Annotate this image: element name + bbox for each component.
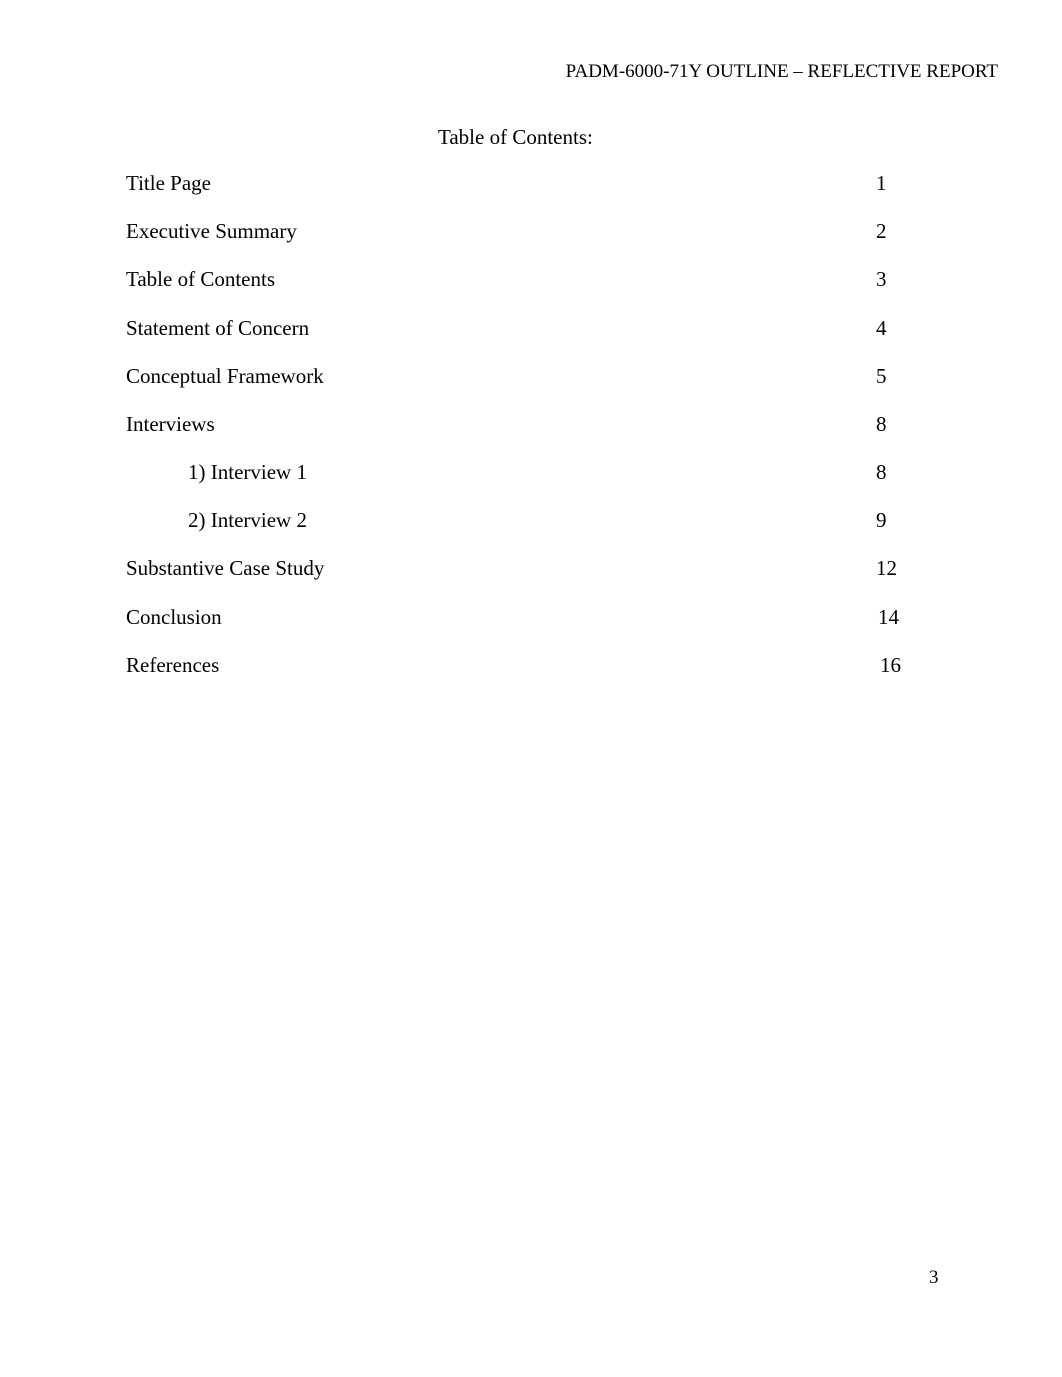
toc-entry-label: 1) Interview 1 xyxy=(188,460,307,484)
toc-entry-interview-2: 2) Interview 2 9 xyxy=(0,508,1062,534)
page-number: 3 xyxy=(929,1267,939,1288)
document-page: PADM-6000-71Y OUTLINE – REFLECTIVE REPOR… xyxy=(0,0,1062,1377)
toc-entry-label: Interviews xyxy=(126,412,215,436)
toc-entry-page: 1 xyxy=(876,171,887,195)
toc-entry-label: 2) Interview 2 xyxy=(188,508,307,532)
toc-entry-page: 14 xyxy=(878,605,899,629)
toc-entry-title-page: Title Page 1 xyxy=(0,171,1062,197)
toc-entry-label: Executive Summary xyxy=(126,219,297,243)
toc-entry-label: Conclusion xyxy=(126,605,222,629)
toc-entry-page: 12 xyxy=(876,556,897,580)
toc-entry-label: Table of Contents xyxy=(126,267,275,291)
toc-entry-page: 5 xyxy=(876,364,887,388)
toc-entry-statement-of-concern: Statement of Concern 4 xyxy=(0,316,1062,342)
toc-entry-page: 8 xyxy=(876,460,887,484)
toc-entry-label: Substantive Case Study xyxy=(126,556,325,580)
toc-entry-label: Statement of Concern xyxy=(126,316,310,340)
toc-entry-executive-summary: Executive Summary 2 xyxy=(0,219,1062,245)
toc-entry-label: Title Page xyxy=(126,171,211,195)
toc-entry-conclusion: Conclusion 14 xyxy=(0,605,1062,631)
toc-entry-conceptual-framework: Conceptual Framework 5 xyxy=(0,364,1062,390)
toc-entry-page: 2 xyxy=(876,219,887,243)
toc-entry-page: 3 xyxy=(876,267,887,291)
toc-entry-label: Conceptual Framework xyxy=(126,364,324,388)
toc-entry-page: 16 xyxy=(880,653,901,677)
toc-entry-table-of-contents: Table of Contents 3 xyxy=(0,267,1062,293)
toc-entry-interview-1: 1) Interview 1 8 xyxy=(0,460,1062,486)
toc-entry-page: 4 xyxy=(876,316,887,340)
toc-entry-interviews: Interviews 8 xyxy=(0,412,1062,438)
toc-entry-substantive-case-study: Substantive Case Study 12 xyxy=(0,556,1062,582)
toc-entry-references: References 16 xyxy=(0,653,1062,679)
toc-title: Table of Contents: xyxy=(438,125,593,149)
toc-entry-label: References xyxy=(126,653,220,677)
running-head: PADM-6000-71Y OUTLINE – REFLECTIVE REPOR… xyxy=(565,61,998,82)
toc-entry-page: 9 xyxy=(876,508,887,532)
toc-entry-page: 8 xyxy=(876,412,887,436)
